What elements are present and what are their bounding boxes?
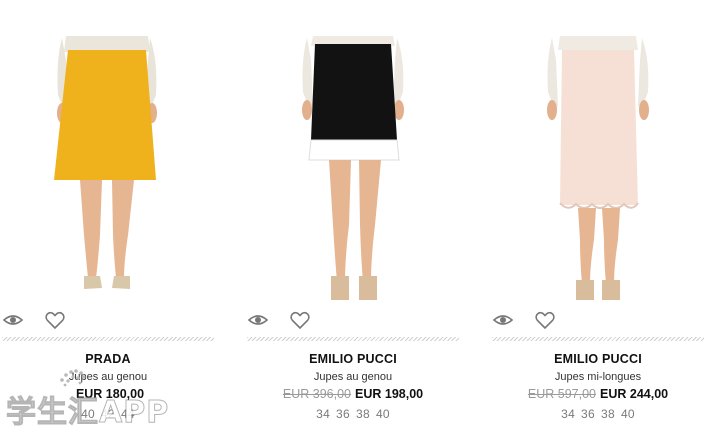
product-card[interactable]: PRADA Jupes au genou EUR 180,00 40 42 44: [0, 0, 220, 432]
product-grid: PRADA Jupes au genou EUR 180,00 40 42 44: [0, 0, 714, 432]
product-category: Jupes au genou: [68, 371, 148, 383]
color-swatches: [490, 428, 706, 432]
eye-icon[interactable]: [247, 311, 269, 329]
card-actions: [0, 308, 220, 332]
skirt-shape: [560, 50, 638, 205]
size-option[interactable]: 36: [336, 407, 350, 421]
heart-icon[interactable]: [289, 309, 311, 331]
product-prices: EUR 597,00 EUR 244,00: [490, 387, 706, 401]
size-option[interactable]: 44: [121, 407, 135, 421]
color-swatches: [0, 428, 216, 432]
color-swatches: [245, 428, 461, 432]
old-price: EUR 597,00: [527, 387, 596, 401]
product-category: Jupes mi-longues: [554, 371, 642, 383]
size-option[interactable]: 34: [316, 407, 330, 421]
eye-icon[interactable]: [2, 311, 24, 329]
divider: [492, 337, 704, 341]
product-category: Jupes au genou: [313, 371, 393, 383]
new-price: EUR 198,00: [355, 387, 424, 401]
product-prices: EUR 396,00 EUR 198,00: [245, 387, 461, 401]
size-option[interactable]: 42: [101, 407, 115, 421]
size-option[interactable]: 40: [376, 407, 390, 421]
divider: [247, 337, 459, 341]
size-option[interactable]: 34: [561, 407, 575, 421]
size-list: 40 42 44: [0, 407, 216, 421]
product-image[interactable]: [245, 0, 465, 300]
product-card[interactable]: EMILIO PUCCI Jupes mi-longues EUR 597,00…: [490, 0, 710, 432]
size-option[interactable]: 38: [356, 407, 370, 421]
card-actions: [245, 308, 465, 332]
old-price: EUR 396,00: [282, 387, 351, 401]
skirt-shape: [311, 44, 397, 140]
product-card[interactable]: EMILIO PUCCI Jupes au genou EUR 396,00 EU…: [245, 0, 465, 432]
divider: [2, 337, 214, 341]
new-price: EUR 244,00: [600, 387, 669, 401]
size-list: 34 36 38 40: [490, 407, 706, 421]
heart-icon[interactable]: [44, 309, 66, 331]
product-image[interactable]: [0, 0, 220, 300]
heart-icon[interactable]: [534, 309, 556, 331]
eye-icon[interactable]: [492, 311, 514, 329]
size-option[interactable]: 38: [601, 407, 615, 421]
product-brand[interactable]: EMILIO PUCCI: [490, 352, 706, 366]
product-image[interactable]: [490, 0, 710, 300]
size-option[interactable]: 40: [81, 407, 95, 421]
product-prices: EUR 180,00: [0, 387, 216, 401]
new-price: EUR 180,00: [75, 387, 145, 401]
size-option[interactable]: 36: [581, 407, 595, 421]
size-list: 34 36 38 40: [245, 407, 461, 421]
size-option[interactable]: 40: [621, 407, 635, 421]
card-actions: [490, 308, 710, 332]
skirt-shape: [54, 50, 156, 180]
product-brand[interactable]: PRADA: [0, 352, 216, 366]
product-brand[interactable]: EMILIO PUCCI: [245, 352, 461, 366]
